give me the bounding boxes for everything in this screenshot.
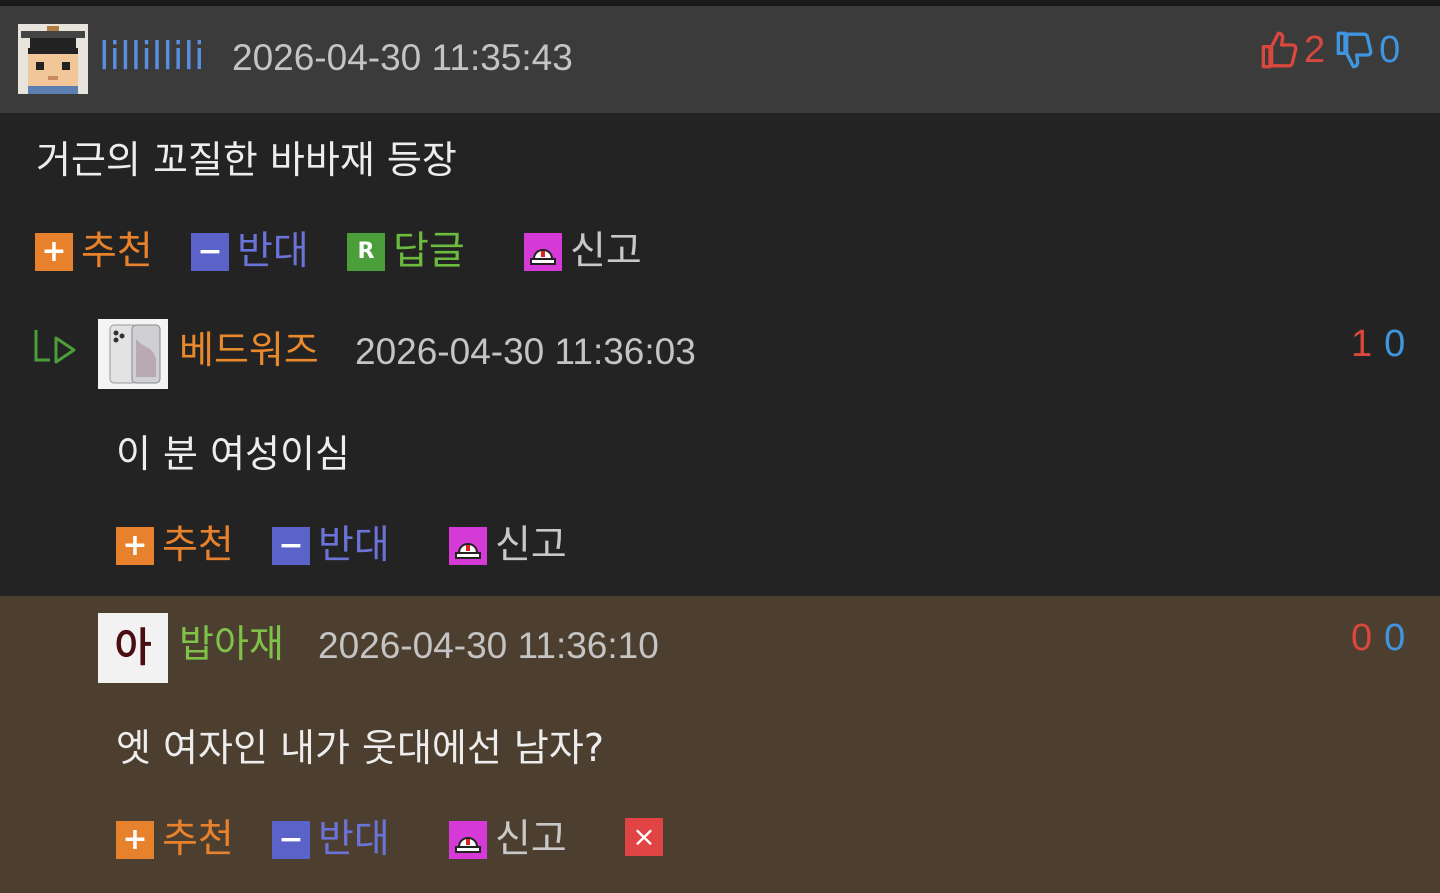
siren-icon — [524, 233, 562, 271]
recommend-label: 추천 — [162, 817, 234, 862]
upvote-count: 1 — [1351, 323, 1373, 365]
minus-icon: − — [272, 527, 310, 565]
reply-button[interactable]: R 답글 — [347, 230, 465, 274]
pixel-character-avatar-icon — [18, 24, 88, 94]
report-label: 신고 — [495, 817, 567, 862]
recommend-label: 추천 — [162, 523, 234, 568]
siren-icon — [449, 821, 487, 859]
comment-nickname[interactable]: lillillili — [99, 36, 205, 76]
phone-photo-avatar-icon — [98, 319, 168, 389]
downvote-count: 0 — [1384, 323, 1406, 365]
comment-content: 거근의 꼬질한 바바재 등장 — [36, 138, 457, 182]
report-label: 신고 — [495, 523, 567, 568]
oppose-label: 반대 — [318, 817, 390, 862]
upvote-count: 0 — [1351, 617, 1373, 659]
recommend-button[interactable]: + 추천 — [35, 230, 153, 274]
oppose-button[interactable]: − 반대 — [272, 524, 390, 568]
comment-nickname[interactable]: 베드워즈 — [179, 330, 319, 370]
siren-icon — [449, 527, 487, 565]
delete-button[interactable]: × — [625, 818, 663, 856]
downvote-count: 0 — [1379, 29, 1401, 71]
minus-icon: − — [191, 233, 229, 271]
downvote-count: 0 — [1384, 617, 1406, 659]
plus-icon: + — [116, 527, 154, 565]
reply-label: 답글 — [393, 229, 465, 274]
recommend-button[interactable]: + 추천 — [116, 818, 234, 862]
oppose-label: 반대 — [237, 229, 309, 274]
recommend-label: 추천 — [81, 229, 153, 274]
report-button[interactable]: 신고 — [524, 230, 642, 274]
oppose-label: 반대 — [318, 523, 390, 568]
comment-content: 이 분 여성이심 — [116, 432, 350, 476]
close-icon: × — [625, 818, 663, 856]
thumbs-up-icon[interactable] — [1260, 30, 1300, 70]
upvote-count: 2 — [1304, 29, 1326, 71]
oppose-button[interactable]: − 반대 — [191, 230, 309, 274]
vote-counts: 2 0 — [1260, 30, 1400, 70]
minus-icon: − — [272, 821, 310, 859]
pixel-character-avatar[interactable] — [18, 24, 88, 94]
comment-datetime: 2026-04-30 11:36:10 — [318, 625, 659, 666]
thumbs-down-icon[interactable] — [1335, 30, 1375, 70]
report-button[interactable]: 신고 — [449, 524, 567, 568]
report-label: 신고 — [570, 229, 642, 274]
reply-arrow-icon — [34, 330, 76, 364]
text-avatar[interactable]: 아 — [98, 613, 168, 683]
comment-content: 엣 여자인 내가 웃대에선 남자? — [116, 726, 605, 770]
comment-header — [0, 6, 1440, 113]
recommend-button[interactable]: + 추천 — [116, 524, 234, 568]
comment-datetime: 2026-04-30 11:36:03 — [355, 331, 696, 372]
plus-icon: + — [116, 821, 154, 859]
vote-counts: 0 0 — [1351, 618, 1405, 658]
avatar-text: 아 — [114, 625, 152, 671]
oppose-button[interactable]: − 반대 — [272, 818, 390, 862]
report-button[interactable]: 신고 — [449, 818, 567, 862]
reply-r-icon: R — [347, 233, 385, 271]
phone-photo-avatar[interactable] — [98, 319, 168, 389]
comment-datetime: 2026-04-30 11:35:43 — [232, 37, 573, 78]
plus-icon: + — [35, 233, 73, 271]
comment-nickname[interactable]: 밥아재 — [179, 624, 284, 664]
vote-counts: 1 0 — [1351, 324, 1405, 364]
